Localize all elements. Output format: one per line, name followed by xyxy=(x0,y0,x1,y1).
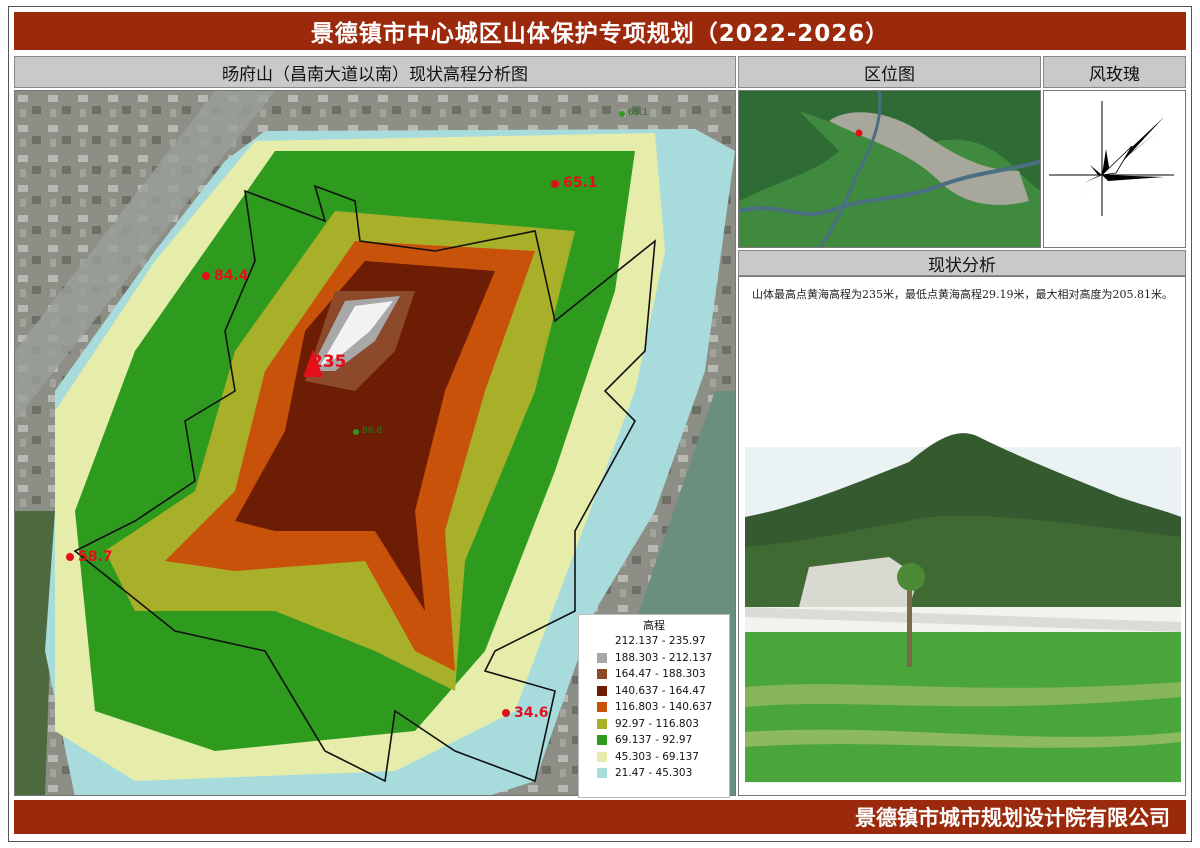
legend-label: 116.803 - 140.637 xyxy=(615,701,713,714)
legend-swatch xyxy=(597,702,607,713)
analysis-text: 山体最高点黄海高程为235米，最低点黄海高程29.19米，最大相对高度为205.… xyxy=(752,288,1173,301)
legend-label: 212.137 - 235.97 xyxy=(615,635,706,648)
peak-marker xyxy=(551,180,559,188)
legend-label: 69.137 - 92.97 xyxy=(615,734,693,747)
legend-item: 45.303 - 69.137 xyxy=(579,749,729,766)
legend-swatch xyxy=(597,669,607,680)
peak-marker-small xyxy=(353,429,359,435)
legend-item: 212.137 - 235.97 xyxy=(579,633,729,650)
legend-swatch xyxy=(597,735,607,746)
legend-title: 高程 xyxy=(643,619,665,632)
legend-item: 140.637 - 164.47 xyxy=(579,683,729,700)
legend-item: 188.303 - 212.137 xyxy=(579,650,729,667)
elevation-legend: 高程 212.137 - 235.97 188.303 - 212.137 164.… xyxy=(578,614,730,798)
location-map-panel xyxy=(738,90,1041,248)
wind-rose-heading: 风玫瑰 xyxy=(1043,56,1186,88)
peak-marker xyxy=(202,272,210,280)
location-map xyxy=(739,91,1040,247)
legend-item: 69.137 - 92.97 xyxy=(579,732,729,749)
peak-elevation-label-small: 88.8 xyxy=(362,426,383,436)
legend-swatch xyxy=(597,718,607,729)
legend-label: 188.303 - 212.137 xyxy=(615,651,713,664)
legend-label: 164.47 - 188.303 xyxy=(615,668,706,681)
wind-rose-icon xyxy=(1049,101,1174,216)
peak-marker-small xyxy=(619,111,625,117)
legend-swatch xyxy=(597,636,607,647)
site-photo xyxy=(745,433,1181,783)
peak-marker xyxy=(66,553,74,561)
footer-company: 景德镇市城市规划设计院有限公司 xyxy=(14,800,1186,834)
legend-swatch xyxy=(597,751,607,762)
peak-elevation-label-small: 65.1 xyxy=(628,108,649,118)
legend-label: 45.303 - 69.137 xyxy=(615,750,699,763)
wind-rose-panel xyxy=(1043,90,1186,248)
peak-marker xyxy=(502,709,510,717)
peak-elevation-label: 84.4 xyxy=(214,268,249,284)
legend-label: 140.637 - 164.47 xyxy=(615,684,706,697)
legend-item: 116.803 - 140.637 xyxy=(579,699,729,716)
analysis-panel xyxy=(738,276,1186,796)
legend-item: 92.97 - 116.803 xyxy=(579,716,729,733)
legend-label: 92.97 - 116.803 xyxy=(615,717,699,730)
legend-swatch xyxy=(597,685,607,696)
legend-swatch xyxy=(597,768,607,779)
legend-label: 21.47 - 45.303 xyxy=(615,767,693,780)
location-marker xyxy=(855,129,863,137)
legend-item: 21.47 - 45.303 xyxy=(579,765,729,782)
peak-elevation-label: 58.7 xyxy=(78,549,113,565)
peak-elevation-label: 65.1 xyxy=(563,175,598,191)
map-heading: 旸府山（昌南大道以南）现状高程分析图 xyxy=(14,56,736,88)
page-title: 景德镇市中心城区山体保护专项规划（2022-2026） xyxy=(14,12,1186,50)
location-heading: 区位图 xyxy=(738,56,1041,88)
analysis-heading: 现状分析 xyxy=(738,250,1186,276)
legend-swatch xyxy=(597,652,607,663)
peak-elevation-label: 34.6 xyxy=(514,705,549,721)
summit-elevation-label: 235 xyxy=(311,352,347,372)
legend-item: 164.47 - 188.303 xyxy=(579,666,729,683)
